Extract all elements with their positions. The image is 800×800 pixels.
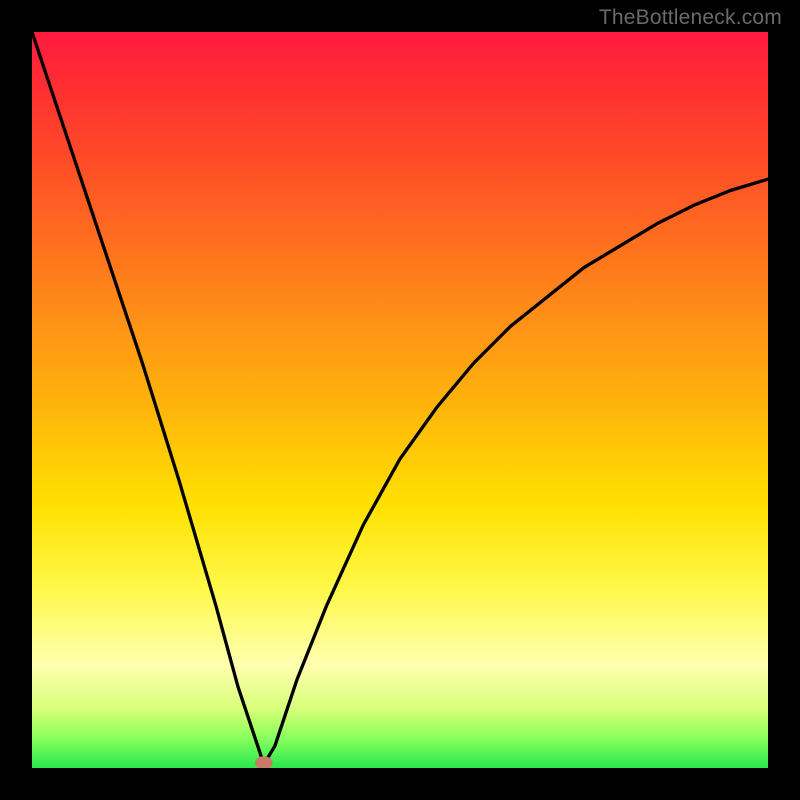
chart-frame: TheBottleneck.com (0, 0, 800, 800)
bottleneck-curve (32, 32, 768, 764)
watermark-text: TheBottleneck.com (599, 6, 782, 30)
curve-layer (32, 32, 768, 768)
min-point-marker (255, 756, 273, 768)
plot-area (32, 32, 768, 768)
